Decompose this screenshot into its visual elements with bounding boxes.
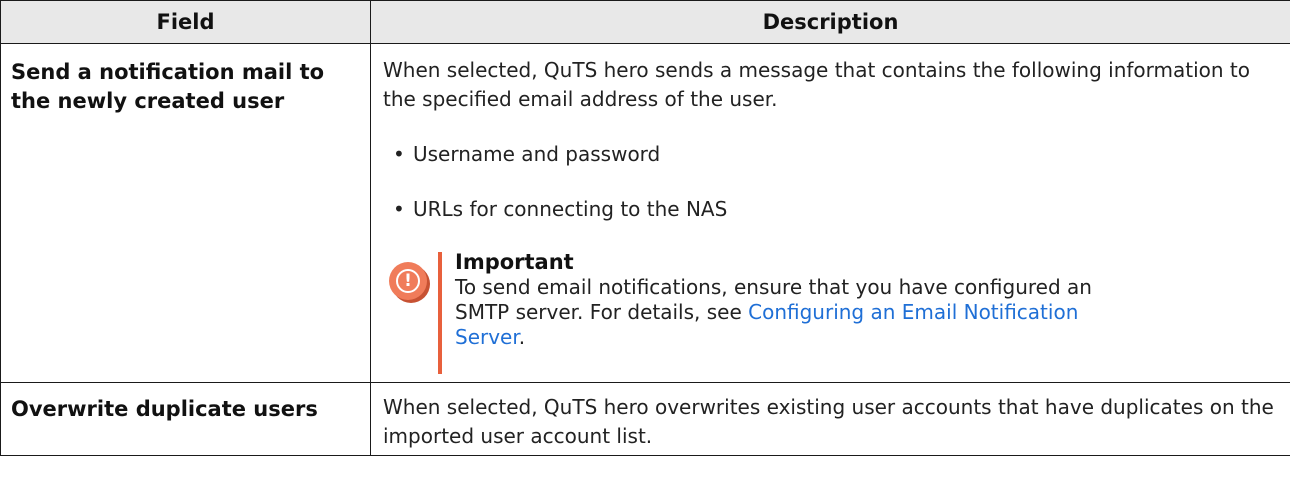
list-item: • Username and password	[383, 140, 1278, 169]
list-item: • URLs for connecting to the NAS	[383, 195, 1278, 224]
bullet-icon: •	[393, 142, 405, 166]
notice-trailing: .	[518, 325, 526, 349]
description-cell: When selected, QuTS hero sends a message…	[370, 43, 1290, 383]
table-header-row: Field Description	[0, 0, 1290, 44]
field-name: Send a notification mail to the newly cr…	[0, 43, 371, 383]
bullet-icon: •	[393, 197, 405, 221]
header-description: Description	[370, 0, 1290, 44]
description-text: When selected, QuTS hero overwrites exis…	[383, 395, 1274, 448]
exclamation-icon: !	[404, 271, 412, 291]
table-row: Send a notification mail to the newly cr…	[0, 43, 1290, 383]
notice-body: Important To send email notifications, e…	[455, 250, 1135, 350]
list-item-text: Username and password	[413, 142, 661, 166]
notice-text: To send email notifications, ensure that…	[455, 275, 1135, 350]
important-icon: !	[389, 262, 427, 300]
list-item-text: URLs for connecting to the NAS	[413, 197, 728, 221]
field-name: Overwrite duplicate users	[0, 382, 371, 456]
field-description-table: Field Description Send a notification ma…	[0, 0, 1290, 456]
notice-title: Important	[455, 250, 574, 274]
table-row: Overwrite duplicate users When selected,…	[0, 382, 1290, 456]
bullet-list: • Username and password • URLs for conne…	[383, 140, 1278, 224]
important-notice: ! Important To send email notifications,…	[389, 250, 1278, 376]
header-field: Field	[0, 0, 371, 44]
description-text: When selected, QuTS hero sends a message…	[383, 58, 1251, 111]
description-cell: When selected, QuTS hero overwrites exis…	[370, 382, 1290, 456]
notice-accent-bar	[438, 252, 442, 374]
